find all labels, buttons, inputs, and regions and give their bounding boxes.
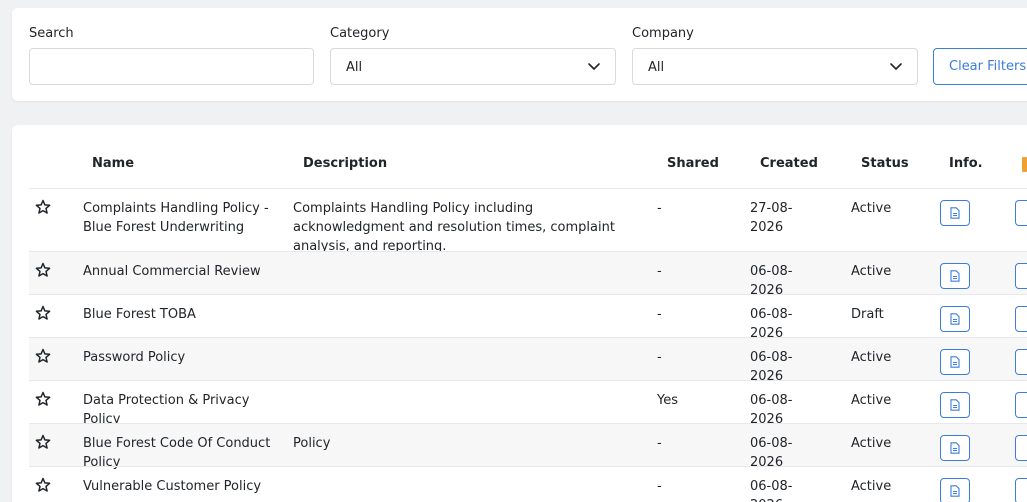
row-status: Active bbox=[851, 350, 892, 365]
document-icon bbox=[950, 442, 960, 454]
document-icon bbox=[950, 356, 960, 368]
star-outline-icon[interactable] bbox=[35, 477, 51, 493]
row-name: Password Policy bbox=[83, 350, 186, 365]
company-select-value: All bbox=[648, 60, 665, 75]
star-outline-icon[interactable] bbox=[35, 305, 51, 321]
info-button[interactable] bbox=[940, 435, 970, 461]
row-status: Active bbox=[851, 393, 892, 408]
info-button[interactable] bbox=[940, 478, 970, 502]
search-label: Search bbox=[29, 26, 74, 41]
action-button[interactable] bbox=[1015, 435, 1027, 461]
row-name: Blue Forest TOBA bbox=[83, 307, 196, 322]
column-header-description[interactable]: Description bbox=[303, 156, 387, 171]
column-header-info[interactable]: Info. bbox=[949, 156, 983, 171]
action-button[interactable] bbox=[1015, 200, 1027, 226]
row-shared: - bbox=[657, 479, 662, 494]
document-icon bbox=[950, 270, 960, 282]
document-icon bbox=[950, 313, 960, 325]
action-button[interactable] bbox=[1015, 392, 1027, 418]
chevron-down-icon bbox=[588, 63, 600, 70]
action-button[interactable] bbox=[1015, 306, 1027, 332]
action-button[interactable] bbox=[1015, 478, 1027, 502]
row-status: Active bbox=[851, 201, 892, 216]
info-button[interactable] bbox=[940, 306, 970, 332]
row-shared: - bbox=[657, 264, 662, 279]
info-button[interactable] bbox=[940, 349, 970, 375]
table-row[interactable]: Data Protection & Privacy Policy Yes 06-0… bbox=[29, 380, 1027, 427]
star-outline-icon[interactable] bbox=[35, 199, 51, 215]
document-icon bbox=[950, 207, 960, 219]
star-outline-icon[interactable] bbox=[35, 262, 51, 278]
clear-filters-button[interactable]: Clear Filters bbox=[933, 48, 1027, 85]
action-button[interactable] bbox=[1015, 349, 1027, 375]
document-icon bbox=[950, 399, 960, 411]
table-row[interactable]: Blue Forest TOBA - 06-08- 2026 Draft bbox=[29, 294, 1027, 341]
row-created: 06-08-2026 bbox=[750, 479, 793, 502]
row-shared: - bbox=[657, 436, 662, 451]
row-shared: - bbox=[657, 350, 662, 365]
column-header-created[interactable]: Created bbox=[760, 156, 818, 171]
column-header-status[interactable]: Status bbox=[861, 156, 909, 171]
star-outline-icon[interactable] bbox=[35, 434, 51, 450]
category-select[interactable]: All bbox=[330, 48, 616, 85]
row-name: Vulnerable Customer Policy bbox=[83, 479, 262, 494]
column-header-name[interactable]: Name bbox=[92, 156, 134, 171]
document-icon bbox=[950, 485, 960, 497]
row-created: 27-08- 2026 bbox=[750, 201, 793, 235]
column-header-shared[interactable]: Shared bbox=[667, 156, 719, 171]
row-shared: Yes bbox=[657, 393, 678, 408]
search-input[interactable] bbox=[29, 48, 314, 85]
star-outline-icon[interactable] bbox=[35, 391, 51, 407]
row-name: Complaints Handling Policy - Blue Forest … bbox=[83, 201, 269, 235]
row-description: Policy bbox=[293, 436, 331, 451]
info-button[interactable] bbox=[940, 263, 970, 289]
chevron-down-icon bbox=[890, 63, 902, 70]
row-status: Active bbox=[851, 436, 892, 451]
category-label: Category bbox=[330, 26, 390, 41]
column-header-partial bbox=[1022, 157, 1027, 172]
action-button[interactable] bbox=[1015, 263, 1027, 289]
table-row[interactable]: Blue Forest Code Of Conduct Policy Policy… bbox=[29, 423, 1027, 470]
table-row[interactable]: Vulnerable Customer Policy - 06-08-2026 … bbox=[29, 466, 1027, 502]
table-row[interactable]: Complaints Handling Policy - Blue Forest … bbox=[29, 188, 1027, 254]
row-shared: - bbox=[657, 201, 662, 216]
star-outline-icon[interactable] bbox=[35, 348, 51, 364]
row-name: Annual Commercial Review bbox=[83, 264, 261, 279]
row-status: Active bbox=[851, 264, 892, 279]
table-row[interactable]: Annual Commercial Review - 06-08- 2026 Ac… bbox=[29, 251, 1027, 298]
info-button[interactable] bbox=[940, 392, 970, 418]
company-select[interactable]: All bbox=[632, 48, 918, 85]
row-status: Active bbox=[851, 479, 892, 494]
category-select-value: All bbox=[346, 60, 363, 75]
row-description: Complaints Handling Policy including ackn… bbox=[293, 201, 615, 254]
company-label: Company bbox=[632, 26, 694, 41]
row-status: Draft bbox=[851, 307, 884, 322]
info-button[interactable] bbox=[940, 200, 970, 226]
table-row[interactable]: Password Policy - 06-08- 2026 Active bbox=[29, 337, 1027, 384]
row-shared: - bbox=[657, 307, 662, 322]
